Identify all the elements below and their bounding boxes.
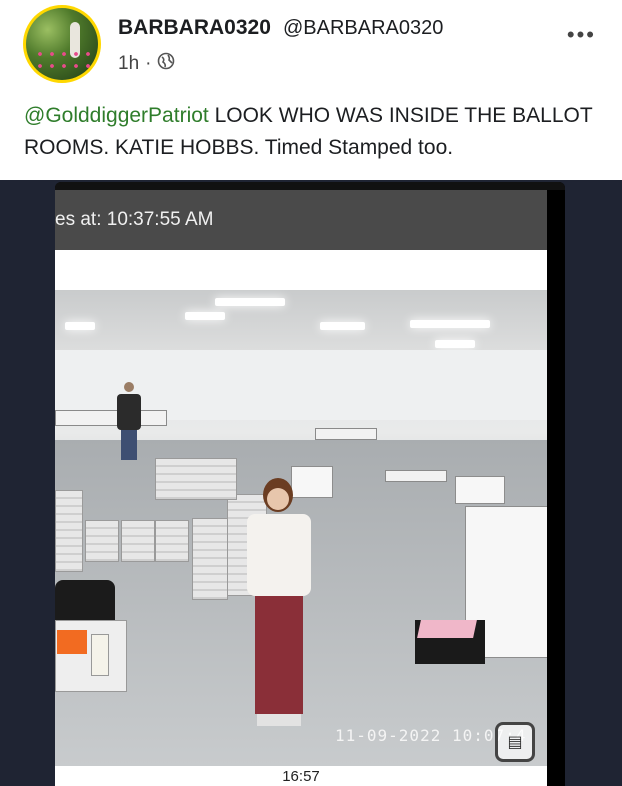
orange-box [57, 630, 87, 654]
header-timestamp: es at: 10:37:55 AM [55, 209, 214, 230]
timestamp-bar: es at: 10:37:55 AM [55, 190, 547, 250]
phone-bezel [55, 182, 565, 190]
video-bottom-bar: 16:57 [55, 766, 547, 786]
ballot-crate [155, 520, 189, 562]
desk [55, 410, 167, 426]
desk [315, 428, 377, 440]
ceiling-light [320, 322, 365, 330]
ballot-crate [155, 458, 237, 500]
mention-link[interactable]: @GolddiggerPatriot [24, 104, 209, 127]
ceiling-light [185, 312, 225, 320]
cctv-image: 11-09-2022 10:07:4 [55, 290, 547, 766]
ceiling-light [215, 298, 285, 306]
printer [455, 476, 505, 504]
post-media[interactable]: es at: 10:37:55 AM 11-09-2022 10:07:4 ▤ … [0, 180, 622, 786]
post-header: BARBARA0320 @BARBARA0320 1h · ••• [0, 0, 622, 90]
ceiling-light [435, 340, 475, 348]
post-meta: 1h · [118, 52, 175, 76]
ballot-crate [121, 520, 155, 562]
ballot-crate [85, 520, 119, 562]
desk [385, 470, 447, 482]
meta-separator: · [145, 53, 152, 74]
globe-icon [157, 52, 175, 76]
ballot-crate [192, 518, 228, 600]
man-standing [117, 382, 141, 462]
author-handle[interactable]: @BARBARA0320 [283, 17, 443, 40]
post-text: @GolddiggerPatriot LOOK WHO WAS INSIDE T… [24, 100, 604, 164]
ceiling-light [410, 320, 490, 328]
avatar[interactable] [23, 5, 101, 83]
avatar-flowers [34, 48, 90, 70]
video-time: 16:57 [282, 768, 320, 785]
video-top-band [55, 250, 547, 290]
avatar-image [26, 8, 98, 80]
woman-standing [243, 478, 315, 766]
pink-papers [417, 620, 477, 638]
screenshot-frame: es at: 10:37:55 AM 11-09-2022 10:07:4 ▤ … [55, 182, 565, 786]
post-time[interactable]: 1h [118, 53, 139, 75]
scan-text-icon[interactable]: ▤ [495, 722, 535, 762]
ballot-crate [55, 490, 83, 572]
ceiling-light [65, 322, 95, 330]
more-options-icon[interactable]: ••• [567, 22, 596, 48]
cup [91, 634, 109, 676]
author-name[interactable]: BARBARA0320 [118, 16, 271, 40]
